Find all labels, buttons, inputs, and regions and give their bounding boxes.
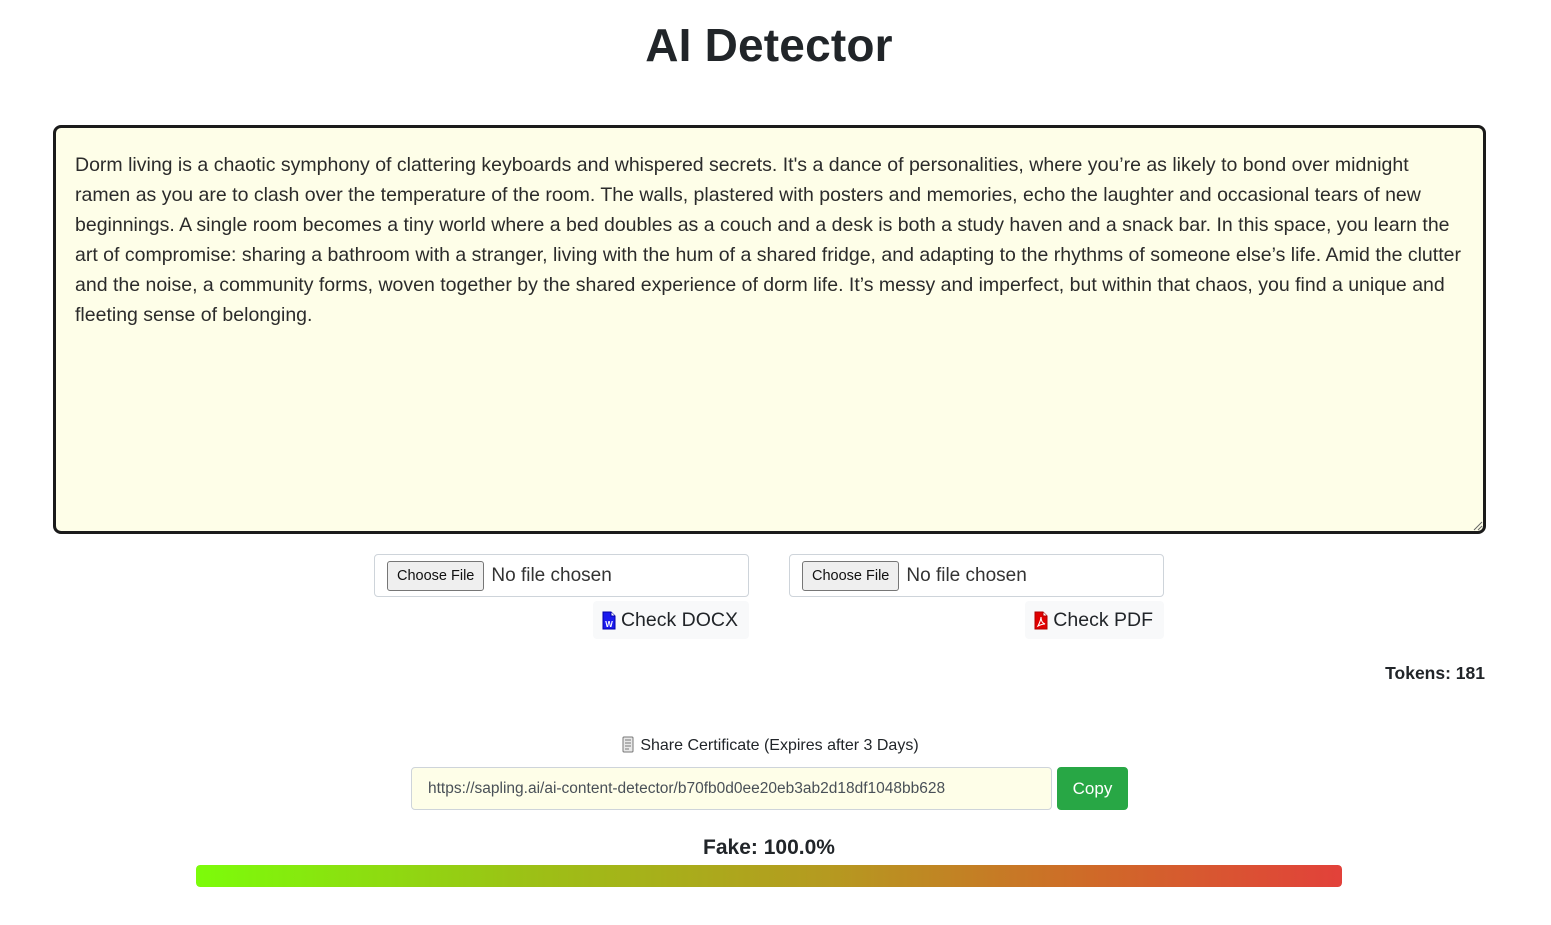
svg-text:W: W xyxy=(605,620,613,629)
resize-handle-icon[interactable] xyxy=(1471,519,1483,531)
fake-score-bar xyxy=(196,865,1342,887)
pdf-choose-file-button[interactable]: Choose File xyxy=(802,560,900,591)
check-pdf-button[interactable]: Check PDF xyxy=(1025,601,1164,639)
token-count: Tokens: 181 xyxy=(1385,663,1485,683)
docx-choose-file-button[interactable]: Choose File xyxy=(387,560,485,591)
share-certificate-label: Share Certificate (Expires after 3 Days) xyxy=(0,736,1541,755)
docx-upload-group: Choose File No file chosen W Check DOCX xyxy=(374,554,749,639)
page-title: AI Detector xyxy=(645,19,893,71)
pdf-file-icon xyxy=(1034,611,1048,629)
pdf-upload-group: Choose File No file chosen Check PDF xyxy=(789,554,1164,639)
fake-score-label: Fake: 100.0% xyxy=(703,836,835,859)
check-pdf-label: Check PDF xyxy=(1053,608,1153,631)
docx-file-input[interactable]: Choose File No file chosen xyxy=(374,554,749,597)
pdf-file-input[interactable]: Choose File No file chosen xyxy=(789,554,1164,597)
share-row: Copy xyxy=(411,767,1128,810)
word-file-icon: W xyxy=(602,611,616,629)
share-certificate-text: Share Certificate (Expires after 3 Days) xyxy=(640,737,919,754)
fake-score-bar-fill xyxy=(196,865,1342,887)
pdf-file-status: No file chosen xyxy=(906,564,1027,586)
docx-file-status: No file chosen xyxy=(491,564,612,586)
certificate-url-input[interactable] xyxy=(411,767,1052,810)
page: AI Detector Dorm living is a chaotic sym… xyxy=(0,0,1551,925)
certificate-icon xyxy=(622,736,634,753)
copy-button[interactable]: Copy xyxy=(1057,767,1128,810)
check-docx-label: Check DOCX xyxy=(620,608,738,631)
text-input-area[interactable]: Dorm living is a chaotic symphony of cla… xyxy=(53,125,1486,534)
check-docx-button[interactable]: W Check DOCX xyxy=(592,601,749,639)
